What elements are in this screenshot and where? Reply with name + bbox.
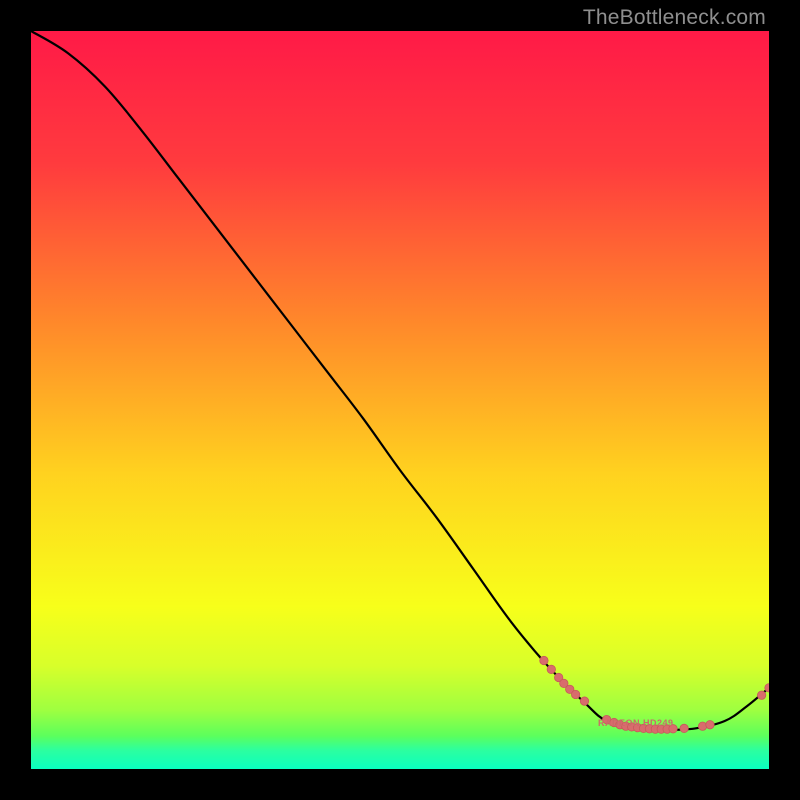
data-point <box>580 697 588 705</box>
data-point <box>757 691 765 699</box>
frame-bottom <box>0 769 800 800</box>
bottleneck-curve <box>31 31 769 730</box>
watermark-text: TheBottleneck.com <box>583 6 766 30</box>
frame-left <box>0 0 31 800</box>
plot-area: RADEON HD249 <box>31 31 769 769</box>
data-point <box>547 665 555 673</box>
chart-stage: RADEON HD249 TheBottleneck.com <box>0 0 800 800</box>
series-annotation: RADEON HD249 <box>598 718 674 728</box>
frame-right <box>769 0 800 800</box>
curve-layer <box>31 31 769 769</box>
data-point <box>706 721 714 729</box>
data-point <box>698 722 706 730</box>
data-point <box>571 690 579 698</box>
data-point <box>680 724 688 732</box>
data-point <box>540 656 548 664</box>
